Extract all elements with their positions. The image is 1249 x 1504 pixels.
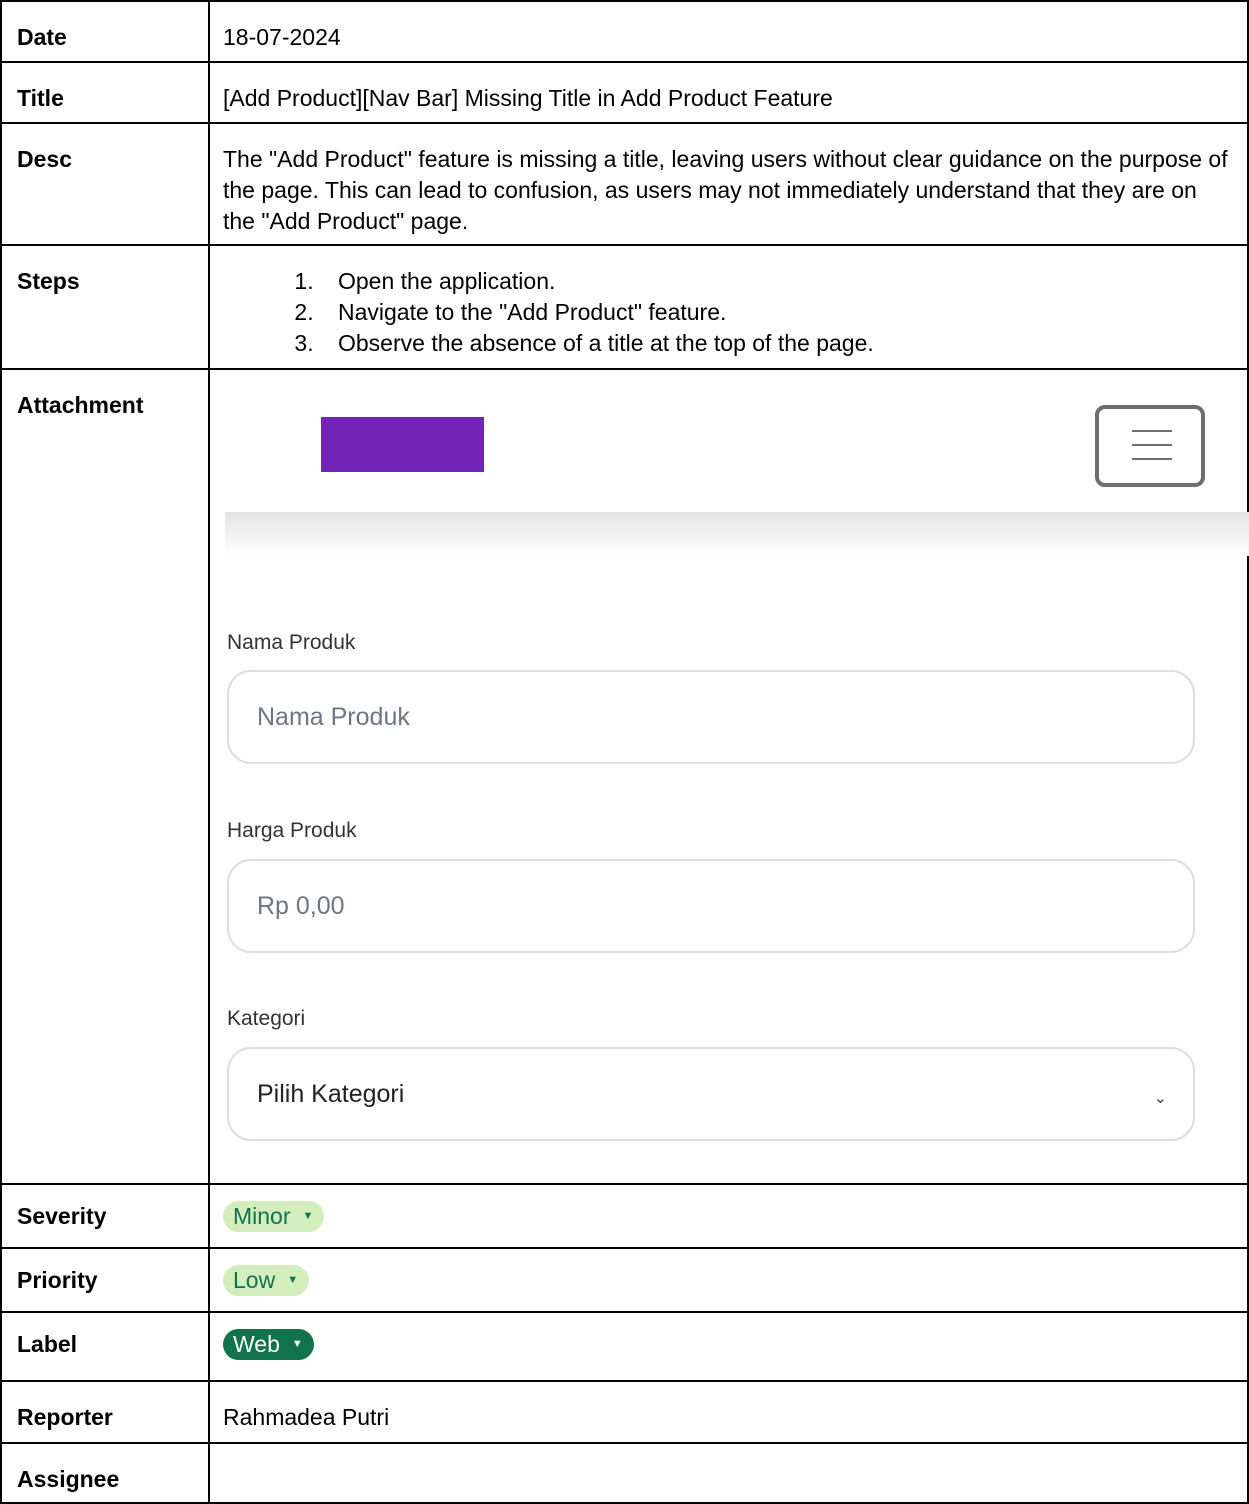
title-label: Title xyxy=(0,61,210,124)
category-select[interactable]: Pilih Kategori ⌄ xyxy=(227,1047,1195,1141)
title-value: [Add Product][Nav Bar] Missing Title in … xyxy=(208,61,1249,124)
label-label: Label xyxy=(0,1311,210,1382)
bug-report-table: Date 18-07-2024 Title [Add Product][Nav … xyxy=(0,0,1249,1504)
severity-row: Severity Minor ▼ xyxy=(0,1183,1249,1249)
product-name-placeholder: Nama Produk xyxy=(257,702,410,731)
steps-list: Open the application. Navigate to the "A… xyxy=(223,266,1233,359)
steps-label: Steps xyxy=(0,244,210,370)
severity-chip-text: Minor xyxy=(233,1203,291,1229)
priority-label: Priority xyxy=(0,1247,210,1313)
desc-value: The "Add Product" feature is missing a t… xyxy=(208,122,1249,246)
attachment-value: Nama Produk Nama Produk Harga Produk Rp … xyxy=(208,368,1249,1185)
assignee-value xyxy=(208,1442,1249,1504)
title-row: Title [Add Product][Nav Bar] Missing Tit… xyxy=(0,61,1249,124)
product-price-label: Harga Produk xyxy=(227,819,357,842)
priority-chip-text: Low xyxy=(233,1267,276,1293)
date-label: Date xyxy=(0,0,210,63)
hamburger-menu-icon[interactable] xyxy=(1095,405,1205,487)
attachment-row: Attachment Nama Produk Nama Produk Harga… xyxy=(0,368,1249,1185)
desc-row: Desc The "Add Product" feature is missin… xyxy=(0,122,1249,246)
dropdown-arrow-icon: ▼ xyxy=(302,1210,314,1222)
product-price-input[interactable]: Rp 0,00 xyxy=(227,859,1195,953)
category-select-value: Pilih Kategori xyxy=(257,1079,405,1108)
attachment-label: Attachment xyxy=(0,368,210,1185)
step-item: Open the application. xyxy=(320,266,1233,297)
attachment-screenshot: Nama Produk Nama Produk Harga Produk Rp … xyxy=(225,370,1249,1150)
steps-value: Open the application. Navigate to the "A… xyxy=(208,244,1249,370)
dropdown-arrow-icon: ▼ xyxy=(291,1338,303,1350)
step-item: Observe the absence of a title at the to… xyxy=(320,328,1233,359)
severity-label: Severity xyxy=(0,1183,210,1249)
assignee-row: Assignee xyxy=(0,1442,1249,1504)
desc-label: Desc xyxy=(0,122,210,246)
dropdown-arrow-icon: ▼ xyxy=(287,1274,299,1286)
product-name-label: Nama Produk xyxy=(227,631,356,654)
navbar-shadow xyxy=(225,512,1249,556)
date-row: Date 18-07-2024 xyxy=(0,0,1249,63)
severity-value: Minor ▼ xyxy=(208,1183,1249,1249)
reporter-value: Rahmadea Putri xyxy=(208,1380,1249,1444)
brand-logo xyxy=(321,417,484,472)
reporter-label: Reporter xyxy=(0,1380,210,1444)
chevron-down-icon: ⌄ xyxy=(1153,1090,1167,1107)
priority-chip[interactable]: Low ▼ xyxy=(223,1265,310,1296)
assignee-label: Assignee xyxy=(0,1442,210,1504)
steps-row: Steps Open the application. Navigate to … xyxy=(0,244,1249,370)
label-chip-text: Web xyxy=(233,1331,280,1357)
label-row: Label Web ▼ xyxy=(0,1311,1249,1382)
severity-chip[interactable]: Minor ▼ xyxy=(223,1201,325,1232)
priority-row: Priority Low ▼ xyxy=(0,1247,1249,1313)
date-value: 18-07-2024 xyxy=(208,0,1249,63)
reporter-row: Reporter Rahmadea Putri xyxy=(0,1380,1249,1444)
category-label: Kategori xyxy=(227,1007,306,1030)
product-price-placeholder: Rp 0,00 xyxy=(257,891,345,920)
product-name-input[interactable]: Nama Produk xyxy=(227,670,1195,764)
label-chip[interactable]: Web ▼ xyxy=(223,1329,314,1360)
priority-value: Low ▼ xyxy=(208,1247,1249,1313)
label-value: Web ▼ xyxy=(208,1311,1249,1382)
step-item: Navigate to the "Add Product" feature. xyxy=(320,297,1233,328)
